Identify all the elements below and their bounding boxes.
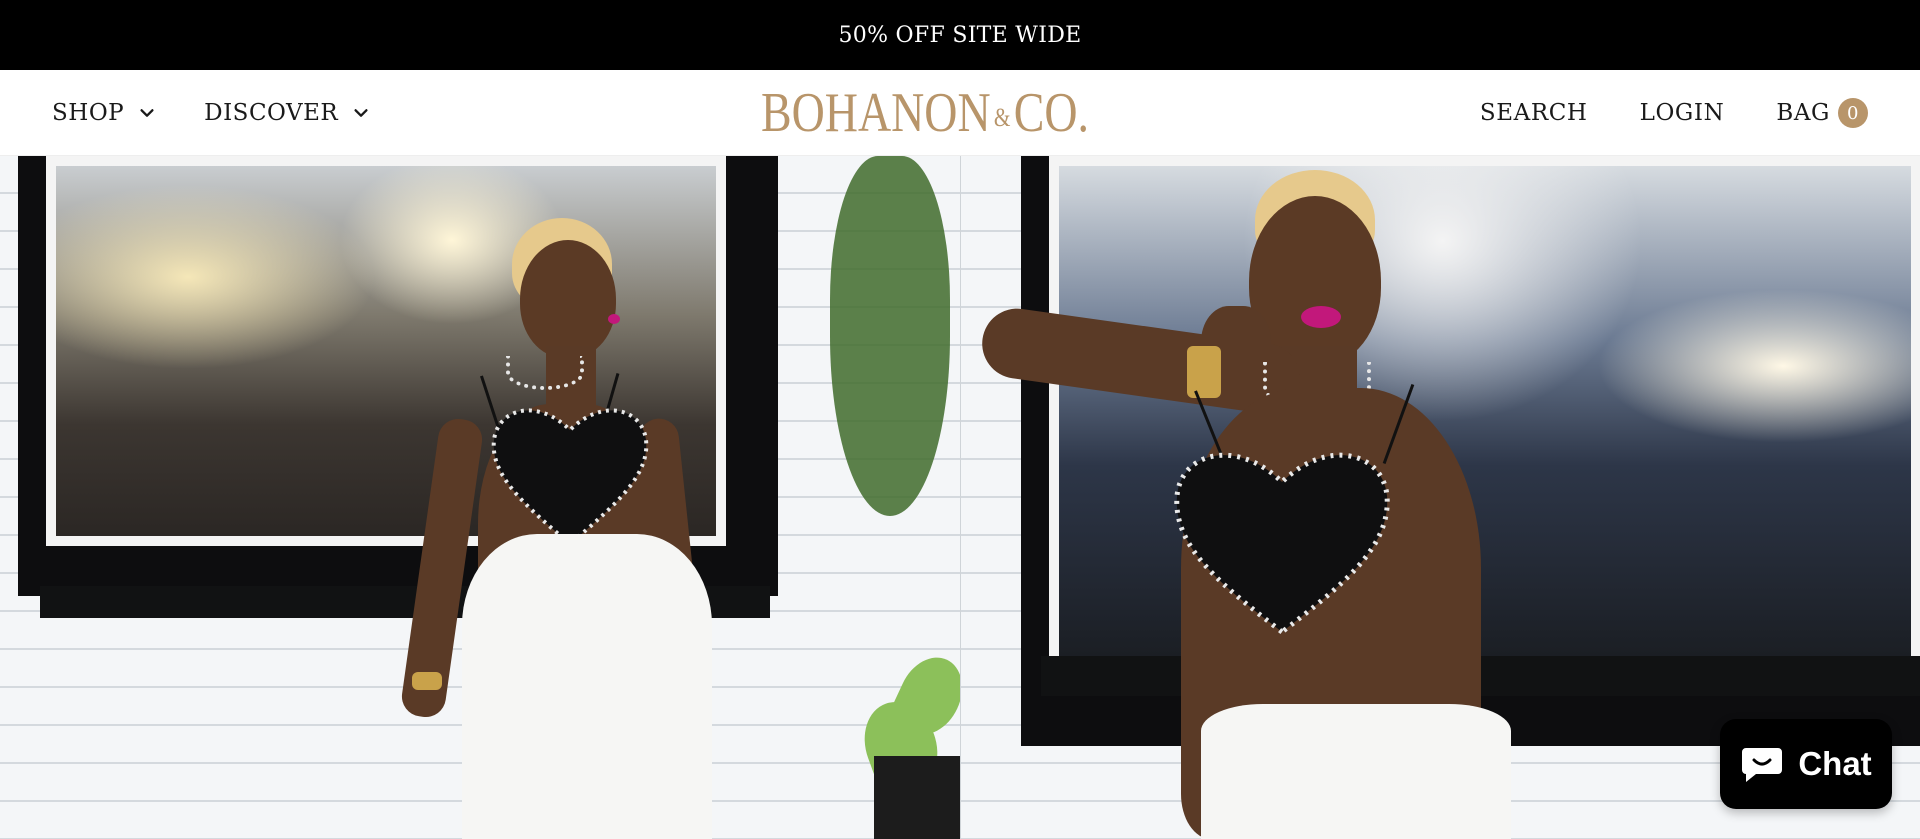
bag-label: BAG xyxy=(1776,100,1830,126)
bag-link[interactable]: BAG 0 xyxy=(1776,98,1868,128)
site-header: SHOP DISCOVER BOHANON &CO. SEARCH LOGIN B… xyxy=(0,70,1920,156)
login-link[interactable]: LOGIN xyxy=(1640,100,1725,126)
utility-nav: SEARCH LOGIN BAG 0 xyxy=(1480,70,1868,156)
nav-discover-label: DISCOVER xyxy=(204,100,339,126)
plant-pot xyxy=(874,756,960,839)
bag-count-badge: 0 xyxy=(1838,98,1868,128)
white-trousers xyxy=(1201,704,1511,839)
model-lips xyxy=(1301,306,1341,328)
hero-banner[interactable] xyxy=(0,156,1920,839)
search-link[interactable]: SEARCH xyxy=(1480,100,1588,126)
brand-logo[interactable]: BOHANON &CO. xyxy=(750,70,1100,156)
announcement-text: 50% OFF SITE WIDE xyxy=(838,22,1082,48)
white-trousers xyxy=(462,534,712,839)
model-head xyxy=(520,240,616,358)
chat-bubble-icon xyxy=(1742,748,1783,782)
hanging-plant xyxy=(830,156,950,516)
watch xyxy=(1187,346,1221,398)
heart-crop-top xyxy=(491,408,649,546)
chevron-down-icon xyxy=(354,109,368,117)
necklace xyxy=(506,356,584,390)
hero-image-left xyxy=(0,156,960,839)
primary-nav: SHOP DISCOVER xyxy=(52,70,370,156)
nav-shop-label: SHOP xyxy=(52,100,125,126)
chevron-down-icon xyxy=(140,109,154,117)
announcement-bar: 50% OFF SITE WIDE xyxy=(0,0,1920,70)
heart-crop-top xyxy=(1174,452,1390,636)
chat-launcher-button[interactable]: Chat xyxy=(1720,719,1892,809)
nav-shop[interactable]: SHOP xyxy=(52,100,156,126)
logo-wordmark: BOHANON &CO. xyxy=(761,81,1089,145)
logo-word-right: CO. xyxy=(1013,82,1090,144)
logo-ampersand: & xyxy=(993,103,1011,133)
model-lips xyxy=(608,314,620,324)
logo-word-left: BOHANON xyxy=(760,82,991,144)
watch xyxy=(412,672,442,690)
nav-discover[interactable]: DISCOVER xyxy=(204,100,370,126)
chat-label: Chat xyxy=(1798,745,1872,782)
